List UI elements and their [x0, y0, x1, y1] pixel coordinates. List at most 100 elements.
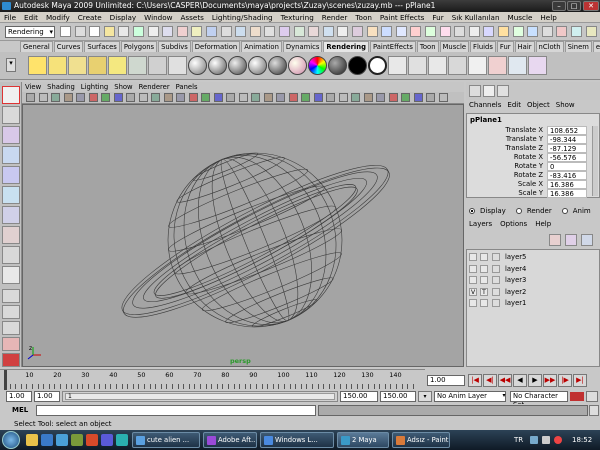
channel-value-field[interactable]: 16.386 [547, 180, 587, 189]
layer-mode-render[interactable]: Render [515, 207, 557, 215]
status-line-tool-19-icon[interactable] [322, 26, 334, 37]
layer-mode-display[interactable]: Display [469, 207, 511, 215]
camera-icon[interactable] [148, 56, 167, 75]
lasso-tool-icon[interactable] [2, 106, 20, 124]
universal-manipulator-icon[interactable] [2, 206, 20, 224]
layer-name[interactable]: layer1 [505, 299, 526, 307]
range-slider[interactable]: 1 [62, 391, 338, 402]
status-line-tool-20-icon[interactable] [337, 26, 349, 37]
status-line-tool-22-icon[interactable] [366, 26, 378, 37]
viewport-toolbar-32-icon[interactable] [413, 93, 423, 102]
status-line-tool-16-icon[interactable] [279, 26, 290, 37]
layer-visibility-toggle[interactable] [469, 276, 477, 284]
layer-visibility-toggle[interactable] [469, 264, 477, 273]
viewport-menu-renderer[interactable]: Renderer [136, 82, 173, 92]
radio-icon[interactable] [469, 208, 475, 214]
viewport-persp[interactable]: z persp [22, 104, 464, 367]
status-line-tool-4-icon[interactable] [103, 26, 115, 37]
channel-name[interactable]: Rotate Y [514, 162, 543, 170]
shelf-tab-toon[interactable]: Toon [416, 41, 439, 52]
spot-light-icon[interactable] [48, 56, 67, 75]
range-slider-handle[interactable]: 1 [65, 393, 335, 400]
animation-end-field[interactable]: 150.00 [380, 391, 416, 402]
hypershade-layout-icon[interactable] [2, 353, 20, 367]
menu-lighting-shading[interactable]: Lighting/Shading [208, 12, 277, 22]
volume-light-icon[interactable] [128, 56, 147, 75]
two-pane-layout-icon[interactable] [2, 321, 20, 335]
status-line-tool-17-icon[interactable] [293, 26, 305, 37]
messenger-quicklaunch-icon[interactable] [101, 434, 113, 446]
status-line-tool-1-icon[interactable] [60, 26, 71, 37]
status-line-tool-11-icon[interactable] [206, 26, 217, 37]
shelf-tab-surfaces[interactable]: Surfaces [84, 41, 120, 52]
layer-menu-options[interactable]: Options [497, 220, 527, 228]
layer-menu-layers[interactable]: Layers [466, 220, 492, 228]
status-line-tool-6-icon[interactable] [133, 26, 144, 37]
media-quicklaunch-icon[interactable] [71, 434, 83, 446]
status-line-tool-15-icon[interactable] [264, 26, 276, 37]
menu-create[interactable]: Create [74, 12, 106, 22]
taskbar-button-1[interactable]: cute alien ... [132, 432, 200, 448]
channel-value-field[interactable]: -98.344 [547, 135, 587, 144]
show-manipulator-icon[interactable] [2, 246, 20, 264]
volume-icon[interactable] [542, 436, 550, 444]
status-line-tool-32-icon[interactable] [512, 26, 524, 37]
viewport-toolbar-3-icon[interactable] [51, 93, 60, 102]
status-line-tool-3-icon[interactable] [89, 26, 101, 37]
viewport-toolbar-21-icon[interactable] [276, 93, 285, 102]
menu-window[interactable]: Window [140, 12, 176, 22]
character-set-dropdown[interactable]: No Character Set [510, 391, 568, 409]
shelf-tab-subdivs[interactable]: Subdivs [158, 41, 191, 52]
shelf-tab-painteffects[interactable]: PaintEffects [369, 41, 416, 52]
shelf-tab-polygons[interactable]: Polygons [120, 41, 158, 52]
viewport-toolbar-13-icon[interactable] [176, 93, 185, 102]
viewport-toolbar-23-icon[interactable] [301, 93, 310, 102]
phong-material-icon[interactable] [228, 56, 247, 75]
channel-name[interactable]: Scale X [518, 180, 543, 188]
layer-template-toggle[interactable] [480, 276, 488, 284]
play-forwards-icon[interactable]: ▶ [528, 374, 542, 387]
channel-name[interactable]: Translate Z [505, 144, 543, 152]
layer-color-swatch[interactable] [492, 264, 500, 273]
clock[interactable]: 18:52 [572, 430, 592, 450]
shelf-menu-icon[interactable]: ▾ [6, 58, 16, 72]
layer-color-swatch[interactable] [492, 276, 500, 284]
anisotropic-material-icon[interactable] [268, 56, 287, 75]
step-forward-key-icon[interactable]: ▶▶ [543, 374, 557, 387]
layer-name[interactable]: layer2 [505, 288, 526, 296]
ramp-shader-icon[interactable] [308, 56, 327, 75]
channel-value-field[interactable]: 0 [547, 162, 587, 171]
lambert-material-icon[interactable] [188, 56, 207, 75]
point-light-icon[interactable] [68, 56, 87, 75]
layer-visibility-toggle[interactable] [469, 253, 477, 261]
show-desktop-icon[interactable] [56, 434, 68, 446]
channel-value-field[interactable]: -56.576 [547, 153, 587, 162]
status-line-tool-2-icon[interactable] [74, 26, 86, 37]
step-forward-icon[interactable]: |▶ [558, 374, 572, 387]
status-line-tool-31-icon[interactable] [498, 26, 509, 37]
playback-end-field[interactable]: 150.00 [340, 391, 378, 402]
move-tool-icon[interactable] [2, 146, 20, 164]
layered-shader-icon[interactable] [288, 56, 307, 75]
viewport-toolbar-6-icon[interactable] [88, 93, 98, 102]
step-back-key-icon[interactable]: ◀◀ [498, 374, 512, 387]
status-line-tool-8-icon[interactable] [162, 26, 174, 37]
layer-color-swatch[interactable] [492, 253, 500, 261]
status-line-tool-23-icon[interactable] [381, 26, 393, 37]
status-line-tool-10-icon[interactable] [191, 26, 203, 37]
viewport-toolbar-12-icon[interactable] [163, 93, 173, 102]
viewport-toolbar-26-icon[interactable] [338, 93, 348, 102]
menu-display[interactable]: Display [106, 12, 141, 22]
shelf-tab-curves[interactable]: Curves [53, 41, 84, 52]
playback-start-field[interactable]: 1.00 [34, 391, 60, 402]
menu-toon[interactable]: Toon [351, 12, 376, 22]
last-used-tool-icon[interactable] [2, 266, 20, 284]
new-layer-selected-icon[interactable] [565, 234, 577, 246]
radio-icon[interactable] [561, 208, 568, 214]
viewport-toolbar-24-icon[interactable] [313, 93, 323, 102]
viewport-toolbar-11-icon[interactable] [151, 93, 160, 102]
menu-set-dropdown[interactable]: Rendering [5, 26, 55, 38]
viewport-toolbar-20-icon[interactable] [263, 93, 273, 102]
status-line-tool-18-icon[interactable] [308, 26, 320, 37]
layer-visibility-toggle[interactable] [469, 299, 477, 307]
